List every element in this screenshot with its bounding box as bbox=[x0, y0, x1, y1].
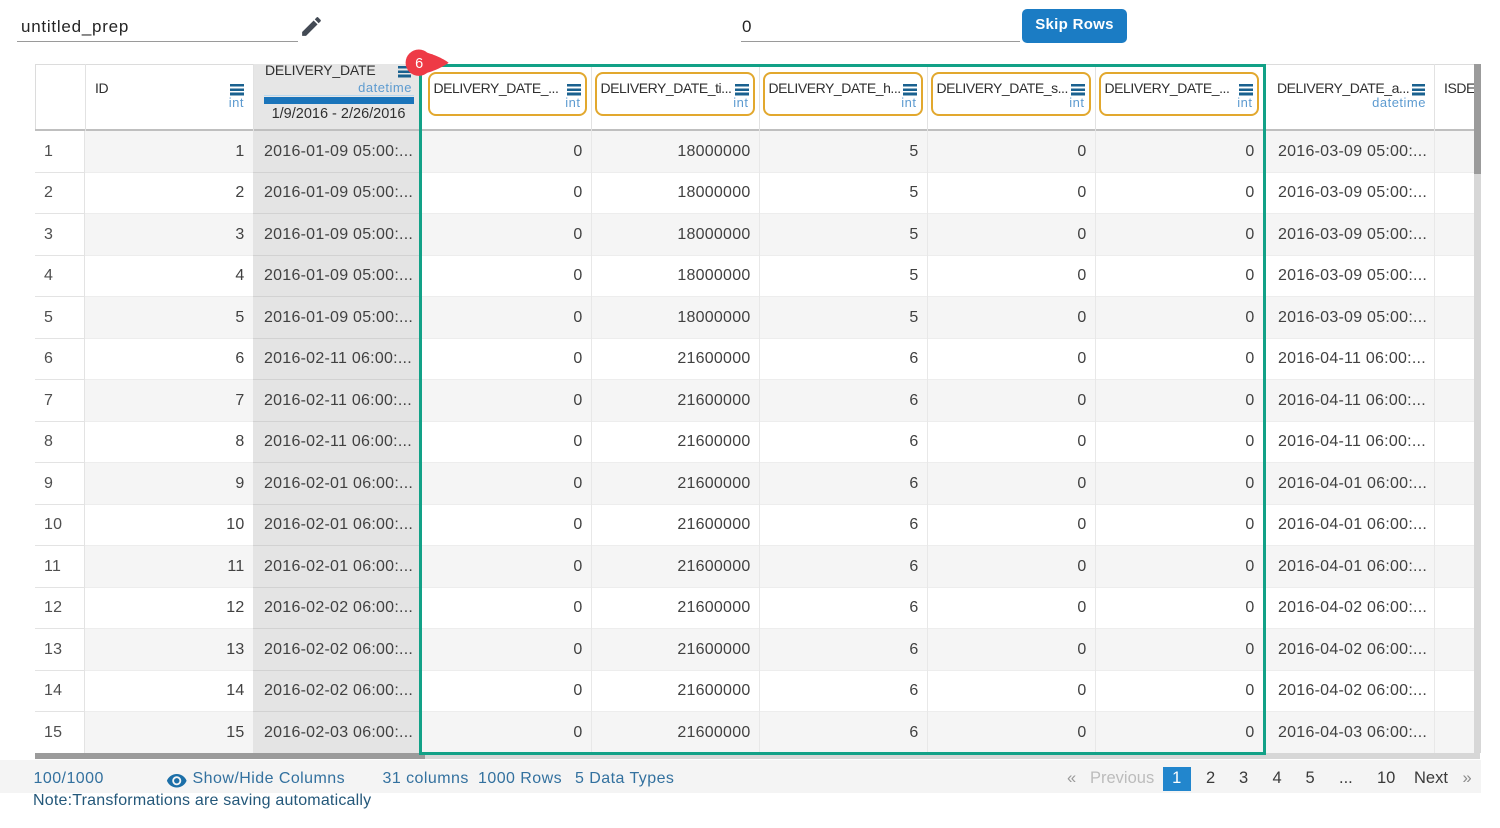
svg-text:6: 6 bbox=[415, 55, 423, 71]
